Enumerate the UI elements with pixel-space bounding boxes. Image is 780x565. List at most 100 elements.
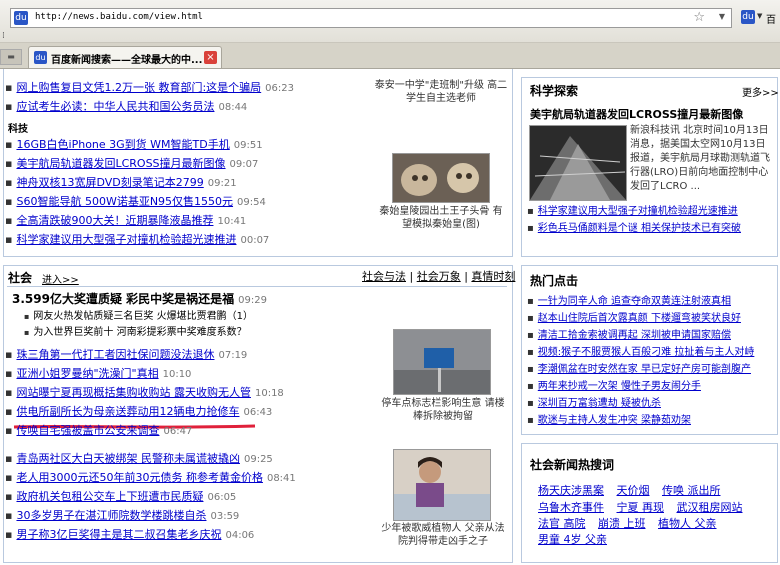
- society-link-world[interactable]: 社会万象: [417, 270, 461, 283]
- news-link[interactable]: 珠三角第一代打工者因社保问题没法退休: [16, 348, 214, 361]
- list-item[interactable]: ▪ 男子称3亿巨奖得主是其二叔召集老乡庆祝 04:06: [5, 527, 254, 544]
- news-link[interactable]: 老人用3000元还50年前30元债务 称参考黄金价格: [16, 471, 262, 484]
- list-item[interactable]: ▪ 30多岁男子在湛江师院数学楼跳楼自杀 03:59: [5, 508, 239, 525]
- news-link[interactable]: 一针为同辛人命 追查夺命双黄连注射液真相: [538, 296, 731, 307]
- news-link[interactable]: 歌迷与主持人发生冲突 梁静茹劝架: [538, 415, 691, 426]
- news-link[interactable]: 政府机关包租公交车上下班遭市民质疑: [16, 490, 203, 503]
- photo-caption[interactable]: 泰安一中学"走班制"升级 高二学生自主选老师: [374, 79, 508, 105]
- hot-search-tag[interactable]: 植物人 父亲: [658, 517, 717, 530]
- news-link[interactable]: 全高清跌破900大关！近期暴降液晶推荐: [16, 214, 213, 227]
- list-item[interactable]: ▪ 珠三角第一代打工者因社保问题没法退休 07:19: [5, 347, 247, 364]
- skull-photo[interactable]: [392, 153, 490, 203]
- news-link[interactable]: 科学家建议用大型强子对撞机检验超光速推进: [538, 206, 738, 217]
- list-item[interactable]: ▪ 网上购售复目文凭1.2万一张 教育部门:这是个骗局 06:23: [5, 80, 294, 97]
- news-link[interactable]: 男子称3亿巨奖得主是其二叔召集老乡庆祝: [16, 528, 221, 541]
- hot-search-tag[interactable]: 传唤 派出所: [662, 484, 721, 497]
- photo-caption[interactable]: 停车点标志栏影响生意 请楼棒拆除被拘留: [378, 397, 508, 423]
- list-item[interactable]: ▪ 传唤自宅强被盖市公安来调查 06:47: [5, 423, 192, 440]
- news-link[interactable]: 两年来抄戒一次架 慢性子男友闹分手: [538, 381, 701, 392]
- list-item[interactable]: ▪ 亚洲小姐罗曼纳"洗澡门"真相 10:10: [5, 366, 191, 383]
- news-link[interactable]: 网上购售复目文凭1.2万一张 教育部门:这是个骗局: [16, 81, 261, 94]
- news-link[interactable]: 视频:猴子不服贾猴人百般刁难 拉扯着与主人对峙: [538, 347, 755, 358]
- list-item[interactable]: ▪ 政府机关包租公交车上下班遭市民质疑 06:05: [5, 489, 236, 506]
- science-title: 科学探索: [530, 84, 579, 98]
- tab-baidu-news[interactable]: du 百度新闻搜索——全球最大的中... ×: [28, 46, 222, 68]
- society-title: 社会: [8, 271, 33, 285]
- photo-caption[interactable]: 秦始皇陵园出土王子头骨 有望模拟秦始皇(图): [376, 205, 506, 231]
- sign-photo[interactable]: [393, 329, 491, 395]
- news-link[interactable]: 清洁工拾金索被调再起 深圳被申请国家赔偿: [538, 330, 731, 341]
- search-engine-icon[interactable]: du: [741, 10, 755, 24]
- list-item[interactable]: ▪ 彩色兵马俑颜料是个谜 相关保护技术已有突破: [527, 221, 741, 237]
- list-item[interactable]: ▪ 老人用3000元还50年前30元债务 称参考黄金价格 08:41: [5, 470, 296, 487]
- hot-search-tag[interactable]: 男童 4岁 父亲: [538, 533, 607, 546]
- news-link[interactable]: 亚洲小姐罗曼纳"洗澡门"真相: [16, 367, 158, 380]
- news-link[interactable]: 16GB白色iPhone 3G到货 WM智能TD手机: [16, 138, 229, 151]
- list-item[interactable]: ▪ 网站曝宁夏再现概括集购收购站 露天收购无人管 10:18: [5, 385, 284, 402]
- hot-search-tag[interactable]: 天价烟: [617, 484, 650, 497]
- list-item[interactable]: ▪ 应试考生必读：中华人民共和国公务员法 08:44: [5, 99, 247, 116]
- hot-search-tag[interactable]: 杨天庆涉黑案: [538, 484, 604, 497]
- list-item[interactable]: ▪ 神舟双核13宽屏DVD刻录笔记本2799 09:21: [5, 175, 237, 192]
- news-link[interactable]: 青岛两社区大白天被绑架 民警称未属谎被撬凶: [16, 452, 240, 465]
- news-link[interactable]: 为入世界巨奖前十 河南彩提彩票中奖难度系数？: [33, 327, 246, 338]
- list-item[interactable]: ▪ S60智能导航 500W诺基亚N95仅售1550元 09:54: [5, 194, 266, 211]
- science-more-link[interactable]: 更多>>: [742, 84, 779, 99]
- list-item[interactable]: ▪ 深圳百万富翁遭劫 疑被仇杀: [527, 396, 661, 412]
- list-item[interactable]: ▪ 歌迷与主持人发生冲突 梁静茹劝架: [527, 413, 691, 429]
- society-enter-link[interactable]: 进入>>: [42, 271, 79, 286]
- society-headline[interactable]: 3.599亿大奖遭质疑 彩民中奖是祸还是福 09:29: [12, 291, 267, 309]
- tab-close-icon[interactable]: ×: [204, 51, 217, 64]
- lcross-photo[interactable]: [529, 125, 627, 201]
- news-link[interactable]: 供电所副所长为母亲送葬动用12辆电力抢修车: [16, 405, 239, 418]
- news-link[interactable]: 应试考生必读：中华人民共和国公务员法: [16, 100, 214, 113]
- list-item[interactable]: ▪ 青岛两社区大白天被绑架 民警称未属谎被撬凶 09:25: [5, 451, 273, 468]
- address-dropdown-icon[interactable]: ▼: [719, 12, 725, 21]
- list-item[interactable]: ▪ 网友火热发帖质疑三名巨奖 火爆堪比贾君鹏（1）: [24, 309, 253, 325]
- tab-scroll-left-icon[interactable]: ▬: [0, 49, 22, 65]
- search-engine-dropdown-icon[interactable]: ▼: [757, 12, 762, 20]
- news-link[interactable]: 神舟双核13宽屏DVD刻录笔记本2799: [16, 176, 203, 189]
- list-item[interactable]: ▪ 科学家建议用大型强子对撞机检验超光速推进 00:07: [5, 232, 269, 249]
- science-headline[interactable]: 美宇航局轨道器发回LCROSS撞月最新图像: [530, 107, 743, 123]
- hot-search-tag[interactable]: 法官 高院: [538, 517, 586, 530]
- news-link[interactable]: 美宇航局轨道器发回LCROSS撞月最新图像: [16, 157, 225, 170]
- news-link[interactable]: 网友火热发帖质疑三名巨奖 火爆堪比贾君鹏（1）: [33, 311, 253, 322]
- list-item[interactable]: ▪ 两年来抄戒一次架 慢性子男友闹分手: [527, 379, 701, 395]
- bookmark-star-icon[interactable]: ☆: [693, 10, 705, 25]
- news-link[interactable]: 网站曝宁夏再现概括集购收购站 露天收购无人管: [16, 386, 251, 399]
- society-link-law[interactable]: 社会与法: [362, 270, 406, 283]
- hot-search-tag[interactable]: 宁夏 再现: [617, 501, 665, 514]
- list-item[interactable]: ▪ 李潮佩盆在时安然在家 早已定好产房可能剖腹产: [527, 362, 751, 378]
- hot-search-tag[interactable]: 崩溃 上班: [598, 517, 646, 530]
- list-item[interactable]: ▪ 清洁工拾金索被调再起 深圳被申请国家赔偿: [527, 328, 731, 344]
- society-subnav: 社会与法 | 社会万象 | 真情时刻: [362, 270, 516, 283]
- photo-caption[interactable]: 少年被歌威植物人 父亲从法院判得带走凶手之子: [378, 522, 508, 548]
- search-input[interactable]: 百: [766, 11, 776, 26]
- society-link-moments[interactable]: 真情时刻: [471, 270, 515, 283]
- list-item[interactable]: ▪ 赵本山住院后首次露真颜 下楼遛弯被笑状良好: [527, 311, 741, 327]
- address-url[interactable]: http://news.baidu.com/view.html: [35, 12, 203, 22]
- news-link[interactable]: 科学家建议用大型强子对撞机检验超光速推进: [16, 233, 236, 246]
- menu-dots-icon[interactable]: ⁞: [2, 31, 5, 41]
- news-link[interactable]: 深圳百万富翁遭劫 疑被仇杀: [538, 398, 661, 409]
- list-item[interactable]: ▪ 一针为同辛人命 追查夺命双黄连注射液真相: [527, 294, 731, 310]
- list-item[interactable]: ▪ 为入世界巨奖前十 河南彩提彩票中奖难度系数？: [24, 325, 247, 341]
- hot-search-tag[interactable]: 武汉租房网站: [677, 501, 743, 514]
- society-headline-text[interactable]: 3.599亿大奖遭质疑 彩民中奖是祸还是福: [12, 292, 234, 306]
- list-item[interactable]: ▪ 科学家建议用大型强子对撞机检验超光速推进: [527, 204, 738, 220]
- news-link[interactable]: 李潮佩盆在时安然在家 早已定好产房可能剖腹产: [538, 364, 751, 375]
- news-link[interactable]: 赵本山住院后首次露真颜 下楼遛弯被笑状良好: [538, 313, 741, 324]
- list-item[interactable]: ▪ 视频:猴子不服贾猴人百般刁难 拉扯着与主人对峙: [527, 345, 754, 361]
- news-link[interactable]: 彩色兵马俑颜料是个谜 相关保护技术已有突破: [538, 223, 741, 234]
- list-item[interactable]: ▪ 美宇航局轨道器发回LCROSS撞月最新图像 09:07: [5, 156, 258, 173]
- woman-photo[interactable]: [393, 449, 491, 521]
- hot-search-tag[interactable]: 乌鲁木齐事件: [538, 501, 604, 514]
- news-link[interactable]: S60智能导航 500W诺基亚N95仅售1550元: [16, 195, 233, 208]
- news-link[interactable]: 30多岁男子在湛江师院数学楼跳楼自杀: [16, 509, 206, 522]
- address-bar[interactable]: du http://news.baidu.com/view.html ☆ ▼: [10, 8, 732, 28]
- list-item[interactable]: ▪ 16GB白色iPhone 3G到货 WM智能TD手机 09:51: [5, 137, 263, 154]
- list-item[interactable]: ▪ 全高清跌破900大关！近期暴降液晶推荐 10:41: [5, 213, 246, 230]
- list-item[interactable]: ▪ 供电所副所长为母亲送葬动用12辆电力抢修车 06:43: [5, 404, 272, 421]
- news-link[interactable]: 传唤自宅强被盖市公安来调查: [16, 424, 159, 437]
